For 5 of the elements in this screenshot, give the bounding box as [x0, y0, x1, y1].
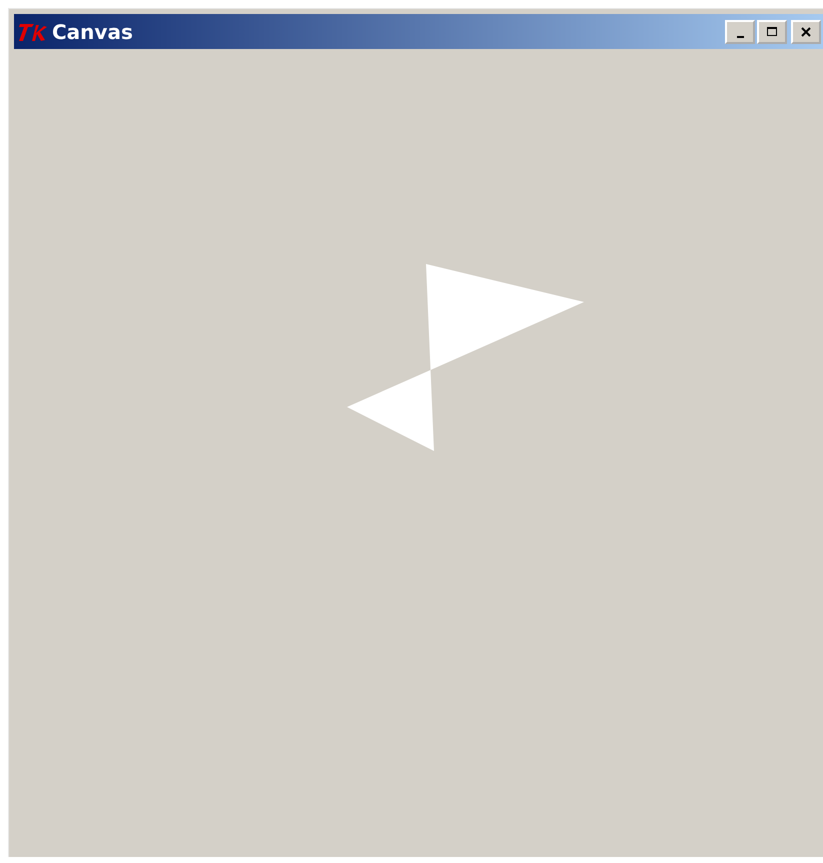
- close-button[interactable]: [791, 20, 821, 44]
- close-icon: [799, 24, 813, 38]
- maximize-button[interactable]: [757, 20, 787, 44]
- window-title: Canvas: [52, 20, 133, 44]
- minimize-icon: [736, 36, 744, 38]
